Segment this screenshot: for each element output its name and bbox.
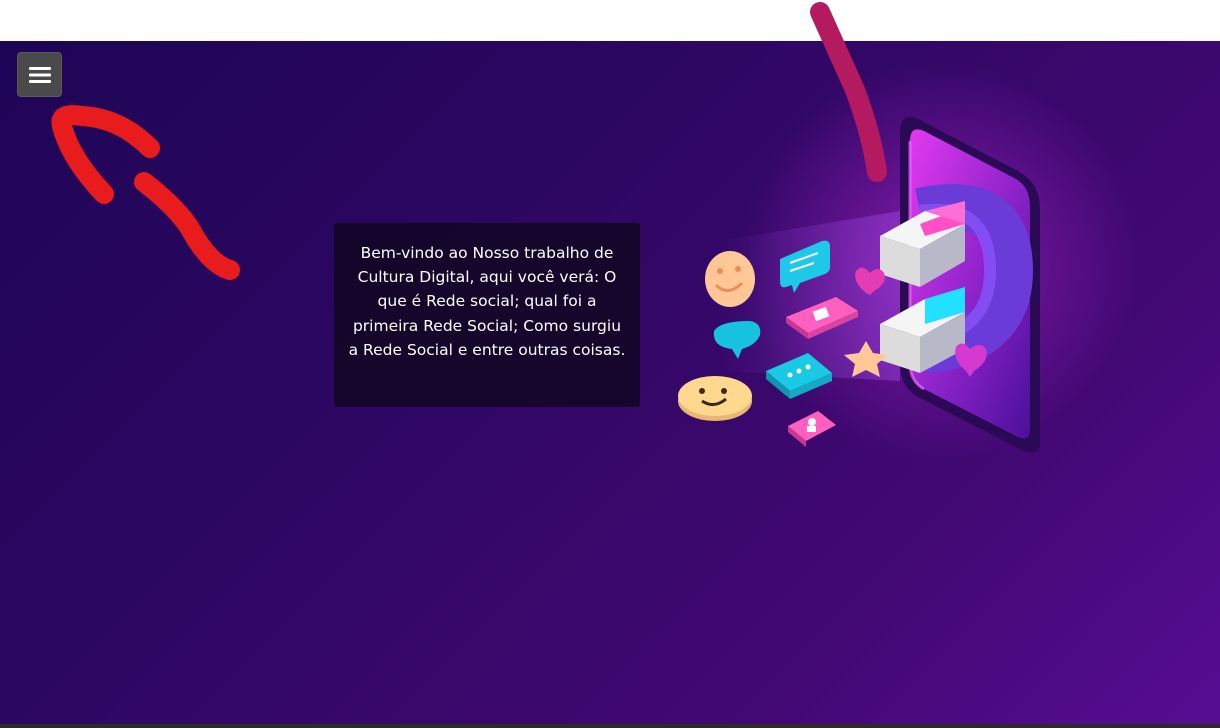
top-white-strip — [0, 0, 1220, 41]
smartphone-icon — [900, 116, 1040, 453]
smiley-face-icon — [705, 251, 755, 307]
bottom-bar — [0, 724, 1220, 728]
magnet-icon — [880, 184, 1034, 374]
star-icon — [844, 341, 888, 377]
chat-bubble-text-icon — [780, 240, 830, 293]
like-card-icon — [786, 297, 858, 339]
heart-icon — [855, 267, 885, 295]
heart-on-screen-icon — [955, 343, 987, 377]
hamburger-menu-icon — [28, 66, 51, 83]
welcome-text: Bem-vindo ao Nosso trabalho de Cultura D… — [348, 244, 626, 359]
smiley-coin-icon — [678, 376, 752, 421]
welcome-text-box: Bem-vindo ao Nosso trabalho de Cultura D… — [334, 223, 640, 407]
message-dots-icon — [766, 353, 832, 399]
chat-bubble-icon — [713, 321, 761, 359]
user-card-icon — [788, 411, 836, 447]
hero-section: Bem-vindo ao Nosso trabalho de Cultura D… — [0, 41, 1220, 724]
hamburger-menu-button[interactable] — [17, 52, 62, 97]
